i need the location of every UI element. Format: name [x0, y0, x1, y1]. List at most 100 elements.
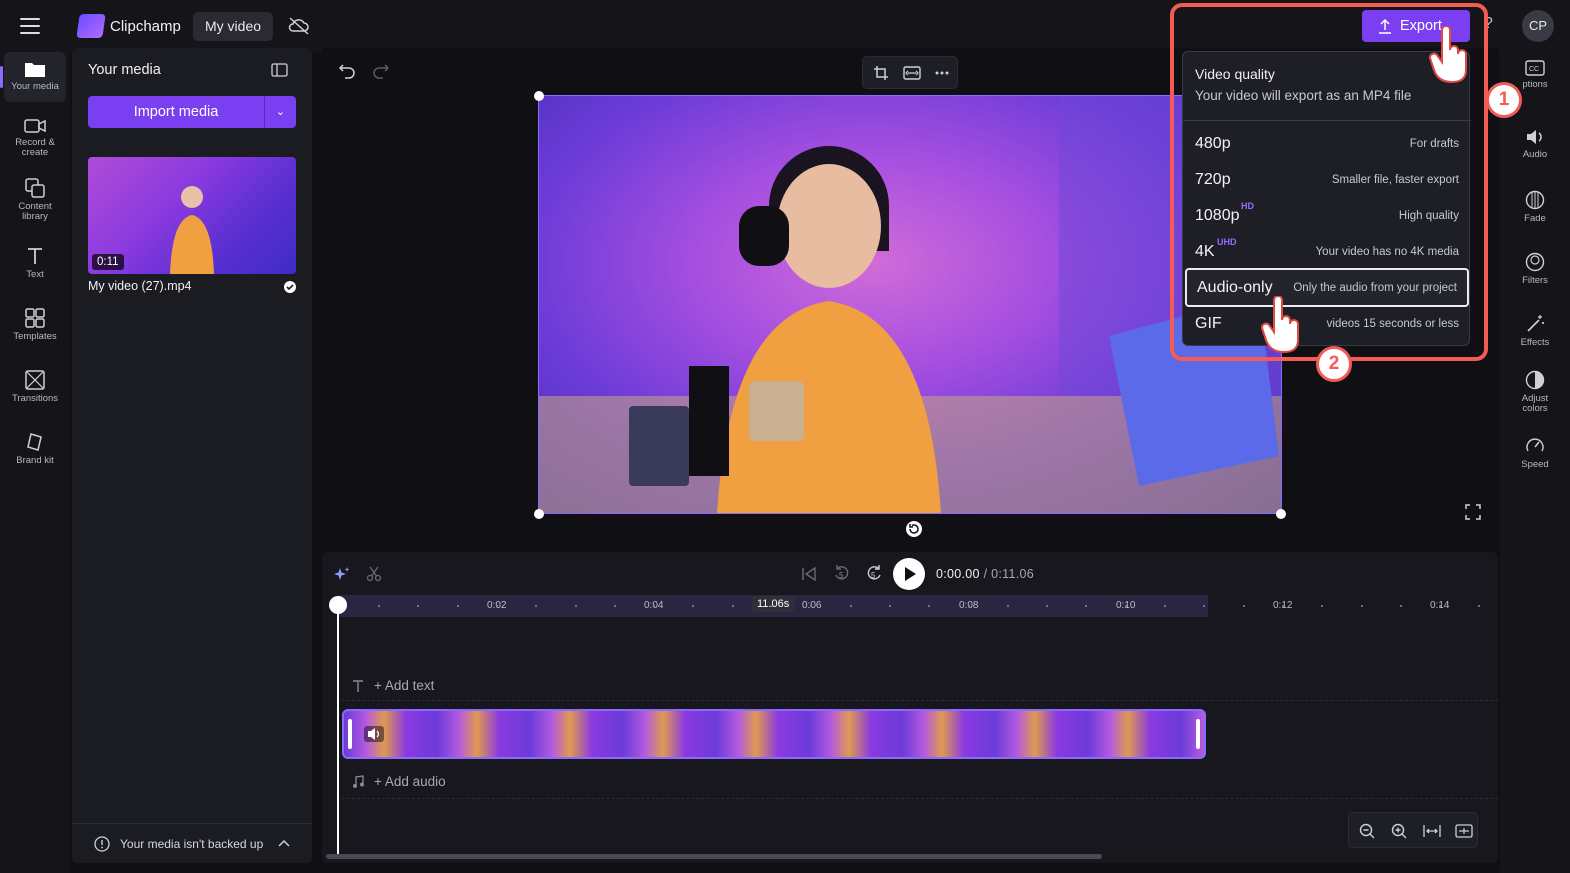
- skip-to-start-icon[interactable]: [801, 566, 817, 582]
- undo-icon[interactable]: [338, 62, 356, 80]
- sidebar-item-label: Record & create: [15, 137, 55, 158]
- camera-icon: [24, 119, 46, 133]
- clip-trim-handle-right[interactable]: [1196, 719, 1200, 749]
- transitions-icon: [25, 370, 45, 390]
- add-text-button[interactable]: + Add text: [374, 678, 434, 693]
- collapse-panel-icon[interactable]: [271, 63, 288, 77]
- expand-timeline-icon[interactable]: [1455, 824, 1473, 838]
- magic-icon[interactable]: [334, 566, 350, 582]
- rewind-5-icon[interactable]: 5: [833, 564, 851, 584]
- hand-cursor-icon: [1429, 26, 1467, 84]
- chevron-up-icon[interactable]: [278, 838, 290, 848]
- svg-text:CC: CC: [1529, 66, 1539, 73]
- ruler-tick: [1242, 605, 1245, 607]
- media-duration: 0:11: [92, 254, 124, 270]
- fit-timeline-icon[interactable]: [1423, 824, 1441, 838]
- templates-icon: [25, 308, 45, 328]
- sidebar-item-templates[interactable]: Templates: [4, 308, 66, 342]
- scissors-icon[interactable]: [366, 566, 382, 582]
- resize-handle[interactable]: [1276, 509, 1286, 519]
- ruler-tick: [1360, 605, 1363, 607]
- sidebar-item-speed[interactable]: Speed: [1503, 436, 1567, 470]
- sidebar-item-brand-kit[interactable]: Brand kit: [4, 432, 66, 466]
- left-rail: Your media Record & create Content libra…: [0, 48, 70, 873]
- rewind-5-label: 5: [839, 571, 844, 580]
- horizontal-scrollbar[interactable]: [326, 854, 1102, 859]
- step-badge-2: 2: [1316, 346, 1352, 382]
- backup-text: Your media isn't backed up: [120, 837, 264, 851]
- check-icon: [284, 281, 296, 293]
- crop-icon[interactable]: [873, 65, 889, 81]
- resize-handle[interactable]: [534, 509, 544, 519]
- panel-title: Your media: [88, 62, 161, 78]
- divider: [342, 700, 1498, 701]
- sidebar-item-content-library[interactable]: Content library: [4, 178, 66, 222]
- ruler-tick: [1399, 605, 1402, 607]
- chevron-down-icon[interactable]: ⌄: [264, 96, 296, 128]
- sidebar-item-text[interactable]: Text: [4, 246, 66, 280]
- add-audio-button[interactable]: + Add audio: [374, 774, 446, 789]
- ruler-tick: [495, 605, 498, 607]
- sidebar-item-transitions[interactable]: Transitions: [4, 370, 66, 404]
- sidebar-item-filters[interactable]: Filters: [1503, 252, 1567, 286]
- sidebar-item-fade[interactable]: Fade: [1503, 190, 1567, 224]
- sidebar-item-audio[interactable]: Audio: [1503, 128, 1567, 160]
- total-time: / 0:11.06: [983, 567, 1035, 581]
- thumbnail-person-image: [170, 186, 214, 274]
- more-icon[interactable]: [935, 71, 949, 75]
- ruler-tick: [849, 605, 852, 607]
- ruler-tick: [1478, 605, 1481, 607]
- playhead[interactable]: [337, 604, 339, 856]
- ruler-tick: [1124, 605, 1127, 607]
- menu-icon[interactable]: [20, 18, 40, 34]
- redo-icon[interactable]: [372, 62, 390, 80]
- zoom-in-icon[interactable]: [1391, 823, 1407, 839]
- sidebar-item-label: Effects: [1520, 337, 1550, 348]
- video-clip[interactable]: [342, 709, 1206, 759]
- clip-trim-handle-left[interactable]: [348, 719, 352, 749]
- ruler-tick: [1006, 605, 1009, 607]
- fullscreen-icon[interactable]: [1465, 504, 1481, 520]
- sidebar-item-your-media[interactable]: Your media: [0, 52, 66, 102]
- sidebar-item-label: Templates: [13, 331, 57, 342]
- fade-icon: [1525, 190, 1545, 210]
- project-name-field[interactable]: My video: [193, 12, 274, 41]
- zoom-out-icon[interactable]: [1359, 823, 1375, 839]
- timeline: 5 5 0:00.00 / 0:11.06 0:02 0:04 0:06 0:0…: [322, 552, 1498, 863]
- sidebar-item-label: Fade: [1524, 213, 1546, 224]
- media-filename: My video (27).mp4: [88, 279, 192, 293]
- ruler-tick: [1281, 605, 1284, 607]
- import-media-button[interactable]: Import media: [88, 96, 264, 128]
- captions-icon: CC: [1525, 60, 1545, 76]
- text-track-icon: [353, 680, 363, 692]
- play-button[interactable]: [893, 558, 925, 590]
- sidebar-item-adjust-colors[interactable]: Adjust colors: [1503, 370, 1567, 414]
- hand-cursor-icon: [1261, 296, 1299, 354]
- volume-icon[interactable]: [364, 726, 384, 742]
- sidebar-item-record-create[interactable]: Record & create: [4, 118, 66, 158]
- sidebar-item-label: Brand kit: [16, 455, 54, 466]
- ruler-tick: [771, 605, 773, 607]
- sidebar-item-effects[interactable]: Effects: [1503, 314, 1567, 348]
- cloud-off-icon[interactable]: [288, 16, 310, 36]
- playhead-handle[interactable]: [329, 596, 347, 614]
- divider: [342, 798, 1498, 799]
- adjust-colors-icon: [1525, 370, 1545, 390]
- avatar[interactable]: CP: [1522, 10, 1554, 42]
- resize-handle[interactable]: [534, 91, 544, 101]
- ruler-tick: [967, 605, 970, 607]
- app-name: Clipchamp: [110, 18, 181, 35]
- ruler-tick: [378, 605, 380, 607]
- music-note-icon: [353, 775, 364, 788]
- clipchamp-logo: [76, 14, 106, 38]
- ruler-tick: [574, 605, 577, 607]
- sidebar-item-label: Text: [26, 269, 44, 280]
- fit-icon[interactable]: [903, 66, 921, 80]
- sidebar-item-label: ptions: [1522, 79, 1548, 90]
- rotate-icon[interactable]: [905, 520, 923, 538]
- ruler-tick: [888, 605, 891, 607]
- forward-5-icon[interactable]: 5: [865, 564, 883, 584]
- backup-status-bar[interactable]: Your media isn't backed up: [72, 823, 312, 863]
- effects-icon: [1527, 315, 1544, 332]
- timecode: 0:00.00 / 0:11.06: [936, 567, 1034, 581]
